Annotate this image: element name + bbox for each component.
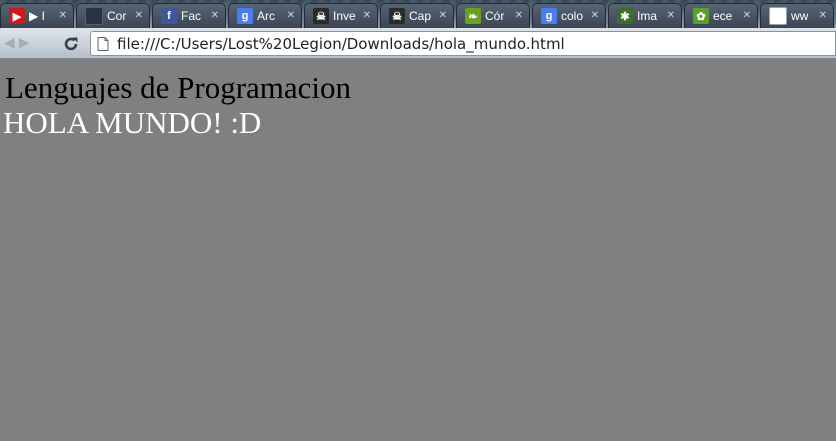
pirate-icon: ☠ xyxy=(389,8,405,24)
reload-button[interactable] xyxy=(60,33,82,55)
tab-label: Ima xyxy=(637,9,658,23)
back-arrow-icon: ◀ xyxy=(4,35,15,51)
tab-label: Arc xyxy=(257,9,275,23)
page-icon xyxy=(97,36,109,51)
tab-label: Inve xyxy=(333,9,356,23)
tab-cap[interactable]: ☠ Cap ✕ xyxy=(380,3,454,28)
page-content: Lenguajes de Programacion HOLA MUNDO! :D xyxy=(0,60,836,441)
tab-cor-leaf[interactable]: ❧ Cór ✕ xyxy=(456,3,530,28)
tab-label: ▶ I xyxy=(29,9,45,23)
tab-strip: ▶ ▶ I ✕ Cor ✕ f Fac ✕ g Arc ✕ ☠ Inve ✕ ☠… xyxy=(0,0,836,28)
back-button[interactable]: ◀ ▶ xyxy=(4,35,52,51)
tab-inve[interactable]: ☠ Inve ✕ xyxy=(304,3,378,28)
paw-icon: ✿ xyxy=(693,8,709,24)
page-icon xyxy=(769,7,787,25)
google-icon: g xyxy=(237,8,253,24)
close-icon[interactable]: ✕ xyxy=(59,10,67,21)
address-url[interactable]: file:///C:/Users/Lost%20Legion/Downloads… xyxy=(117,35,565,53)
tab-google-arc[interactable]: g Arc ✕ xyxy=(228,3,302,28)
tab-label: ww xyxy=(791,9,809,23)
tab-label: Cór xyxy=(485,9,505,23)
close-icon[interactable]: ✕ xyxy=(439,10,447,21)
tab-ima[interactable]: ✱ Ima ✕ xyxy=(608,3,682,28)
heading-lenguajes: Lenguajes de Programacion xyxy=(5,70,352,105)
close-icon[interactable]: ✕ xyxy=(667,10,675,21)
close-icon[interactable]: ✕ xyxy=(211,10,219,21)
dark-site-icon xyxy=(85,7,103,25)
reload-icon xyxy=(64,37,78,51)
address-bar[interactable]: file:///C:/Users/Lost%20Legion/Downloads… xyxy=(90,31,836,56)
close-icon[interactable]: ✕ xyxy=(287,10,295,21)
tab-cor[interactable]: Cor ✕ xyxy=(76,3,150,28)
facebook-icon: f xyxy=(161,8,177,24)
close-icon[interactable]: ✕ xyxy=(135,10,143,21)
close-icon[interactable]: ✕ xyxy=(819,10,827,21)
tab-ece[interactable]: ✿ ece ✕ xyxy=(684,3,758,28)
tab-facebook[interactable]: f Fac ✕ xyxy=(152,3,226,28)
tab-label: colo xyxy=(561,9,584,23)
google-icon: g xyxy=(541,8,557,24)
close-icon[interactable]: ✕ xyxy=(743,10,751,21)
tab-label: Cap xyxy=(409,9,432,23)
tab-ww[interactable]: ww ✕ xyxy=(760,3,834,28)
close-icon[interactable]: ✕ xyxy=(363,10,371,21)
sparkle-icon: ✱ xyxy=(617,8,633,24)
close-icon[interactable]: ✕ xyxy=(515,10,523,21)
browser-toolbar: ◀ ▶ file:///C:/Users/Lost%20Legion/Downl… xyxy=(0,28,836,59)
tab-label: Fac xyxy=(181,9,202,23)
heading-hola-mundo: HOLA MUNDO! :D xyxy=(3,105,262,140)
leaf-icon: ❧ xyxy=(465,8,481,24)
tab-label: Cor xyxy=(107,9,127,23)
tab-label: ece xyxy=(713,9,733,23)
close-icon[interactable]: ✕ xyxy=(591,10,599,21)
youtube-icon: ▶ xyxy=(9,8,25,24)
tab-youtube[interactable]: ▶ ▶ I ✕ xyxy=(0,3,74,28)
pirate-icon: ☠ xyxy=(313,8,329,24)
forward-arrow-icon: ▶ xyxy=(18,35,30,51)
tab-google-colo[interactable]: g colo ✕ xyxy=(532,3,606,28)
